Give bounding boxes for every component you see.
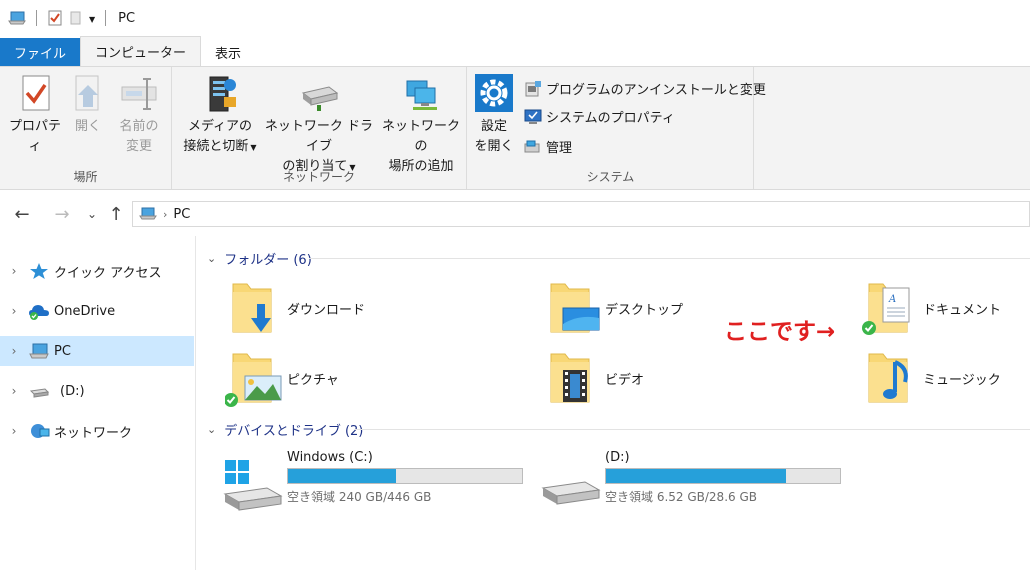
tab-computer[interactable]: コンピューター bbox=[80, 36, 202, 66]
drive-name: Windows (C:) bbox=[287, 450, 373, 465]
window-title: PC bbox=[118, 10, 136, 26]
group-label-location: 場所 bbox=[73, 170, 98, 184]
drive-name: (D:) bbox=[605, 450, 630, 465]
navigation-pane: › クイック アクセス › OneDrive › PC › (D:) › ネット… bbox=[0, 236, 196, 570]
folder-music[interactable]: ミュージック bbox=[861, 348, 1001, 408]
section-divider bbox=[355, 429, 1030, 430]
group-label-network: ネットワーク bbox=[282, 170, 355, 184]
annotation-callout: ここです→ bbox=[724, 319, 836, 345]
ribbon-tabs: ファイル コンピューター 表示 bbox=[0, 36, 1030, 66]
pc-icon bbox=[139, 207, 157, 220]
network-location-icon bbox=[406, 80, 437, 110]
desktop-folder-icon bbox=[550, 283, 600, 333]
media-server-icon bbox=[209, 76, 236, 112]
properties-icon[interactable] bbox=[47, 10, 63, 26]
group-system-label-wrap: システム bbox=[467, 67, 754, 189]
drive-info: Windows (C:) 空き領域 240 GB/446 GB bbox=[287, 450, 523, 514]
nav-item-network[interactable]: › ネットワーク bbox=[0, 416, 194, 446]
drive-usage-fill bbox=[288, 469, 396, 483]
expand-chevron-icon[interactable]: › bbox=[0, 384, 28, 398]
nav-item-onedrive[interactable]: › OneDrive bbox=[0, 296, 194, 326]
collapse-chevron-icon[interactable]: ⌄ bbox=[207, 423, 216, 436]
properties-button[interactable]: プロパティ bbox=[6, 73, 64, 157]
rename-button[interactable]: 名前の 変更 bbox=[114, 73, 164, 157]
windows-drive-icon bbox=[223, 460, 283, 511]
address-row: ← → ⌄ ↑ › PC bbox=[0, 196, 1030, 232]
music-folder-icon bbox=[868, 353, 908, 403]
expand-chevron-icon[interactable]: › bbox=[0, 344, 28, 358]
tab-view[interactable]: 表示 bbox=[201, 38, 255, 66]
folder-videos[interactable]: ビデオ bbox=[543, 348, 644, 408]
videos-folder-icon bbox=[550, 353, 590, 403]
svg-text:A: A bbox=[888, 294, 896, 305]
address-bar[interactable]: › PC bbox=[132, 201, 1030, 227]
nav-item-pc[interactable]: › PC bbox=[0, 336, 194, 366]
breadcrumb-pc[interactable]: PC bbox=[173, 207, 190, 222]
drive-info: (D:) 空き領域 6.52 GB/28.6 GB bbox=[605, 450, 841, 514]
breadcrumb-chevron-icon[interactable]: › bbox=[163, 208, 167, 221]
pc-icon[interactable] bbox=[8, 10, 26, 26]
network-drive-icon bbox=[301, 86, 339, 111]
rename-icon bbox=[121, 78, 157, 110]
separator bbox=[36, 10, 37, 26]
expand-chevron-icon[interactable]: › bbox=[0, 264, 28, 278]
group-label-system: システム bbox=[586, 170, 635, 184]
tab-file[interactable]: ファイル bbox=[0, 38, 81, 66]
separator bbox=[105, 10, 107, 26]
nav-item-quick-access[interactable]: › クイック アクセス bbox=[0, 256, 194, 286]
drive-usage-bar bbox=[287, 468, 523, 484]
up-arrow-icon[interactable]: ↑ bbox=[104, 204, 128, 225]
drive-icon bbox=[541, 481, 601, 505]
pc-icon bbox=[29, 343, 49, 359]
content-pane: ⌄ フォルダー (6) ダウンロード デスクトップ A ドキュメント ここです→… bbox=[197, 236, 1030, 570]
pictures-folder-icon bbox=[225, 353, 282, 407]
forward-arrow-icon[interactable]: → bbox=[50, 204, 74, 225]
recent-locations-chevron-icon[interactable]: ⌄ bbox=[80, 207, 104, 221]
drive-c[interactable]: Windows (C:) 空き領域 240 GB/446 GB bbox=[223, 450, 523, 514]
group-network: メディアの 接続と切断 ▼ ネットワーク ドライブ の割り当て ▼ ネットワークの … bbox=[172, 67, 467, 189]
open-button[interactable]: 開く bbox=[68, 73, 108, 137]
drive-free-space: 空き領域 240 GB/446 GB bbox=[287, 490, 432, 504]
folder-documents[interactable]: A ドキュメント bbox=[861, 278, 1001, 338]
open-icon bbox=[75, 75, 99, 111]
drive-icon bbox=[29, 388, 50, 398]
group-location: プロパティ 開く 名前の 変更 場所 bbox=[0, 67, 172, 189]
map-network-drive-button[interactable]: ネットワーク ドライブ の割り当て ▼ bbox=[262, 73, 376, 178]
drive-usage-fill bbox=[606, 469, 787, 483]
add-network-location-button[interactable]: ネットワークの 場所の追加 bbox=[378, 73, 464, 177]
folder-desktop[interactable]: デスクトップ bbox=[543, 278, 683, 338]
folder-downloads[interactable]: ダウンロード bbox=[225, 278, 365, 338]
folder-pictures[interactable]: ピクチャ bbox=[225, 348, 339, 408]
star-icon bbox=[30, 263, 48, 279]
downloads-folder-icon bbox=[232, 283, 272, 333]
qa-dropdown-icon[interactable]: ▼ bbox=[89, 15, 95, 24]
nav-item-drive-d[interactable]: › (D:) bbox=[0, 376, 194, 406]
collapse-chevron-icon[interactable]: ⌄ bbox=[207, 252, 216, 265]
caret-down-icon: ▼ bbox=[250, 143, 257, 152]
ribbon: プロパティ 開く 名前の 変更 場所 メディアの 接続と切断 ▼ ネットワーク ド… bbox=[0, 66, 1030, 190]
expand-chevron-icon[interactable]: › bbox=[0, 424, 28, 438]
documents-folder-icon: A bbox=[862, 283, 910, 335]
drive-usage-bar bbox=[605, 468, 841, 484]
expand-chevron-icon[interactable]: › bbox=[0, 304, 28, 318]
drives-section-header[interactable]: ⌄ デバイスとドライブ (2) bbox=[207, 420, 363, 439]
back-arrow-icon[interactable]: ← bbox=[10, 204, 34, 225]
network-icon bbox=[31, 424, 50, 438]
new-folder-icon[interactable] bbox=[69, 10, 83, 26]
folders-section-header[interactable]: ⌄ フォルダー (6) bbox=[207, 249, 312, 268]
title-bar: ▼ PC bbox=[0, 0, 1030, 36]
section-divider bbox=[309, 258, 1030, 259]
drive-d[interactable]: (D:) 空き領域 6.52 GB/28.6 GB bbox=[541, 450, 841, 514]
properties-icon bbox=[22, 75, 50, 111]
media-connect-button[interactable]: メディアの 接続と切断 ▼ bbox=[178, 73, 262, 158]
cloud-icon bbox=[29, 305, 49, 320]
drive-free-space: 空き領域 6.52 GB/28.6 GB bbox=[605, 490, 757, 504]
